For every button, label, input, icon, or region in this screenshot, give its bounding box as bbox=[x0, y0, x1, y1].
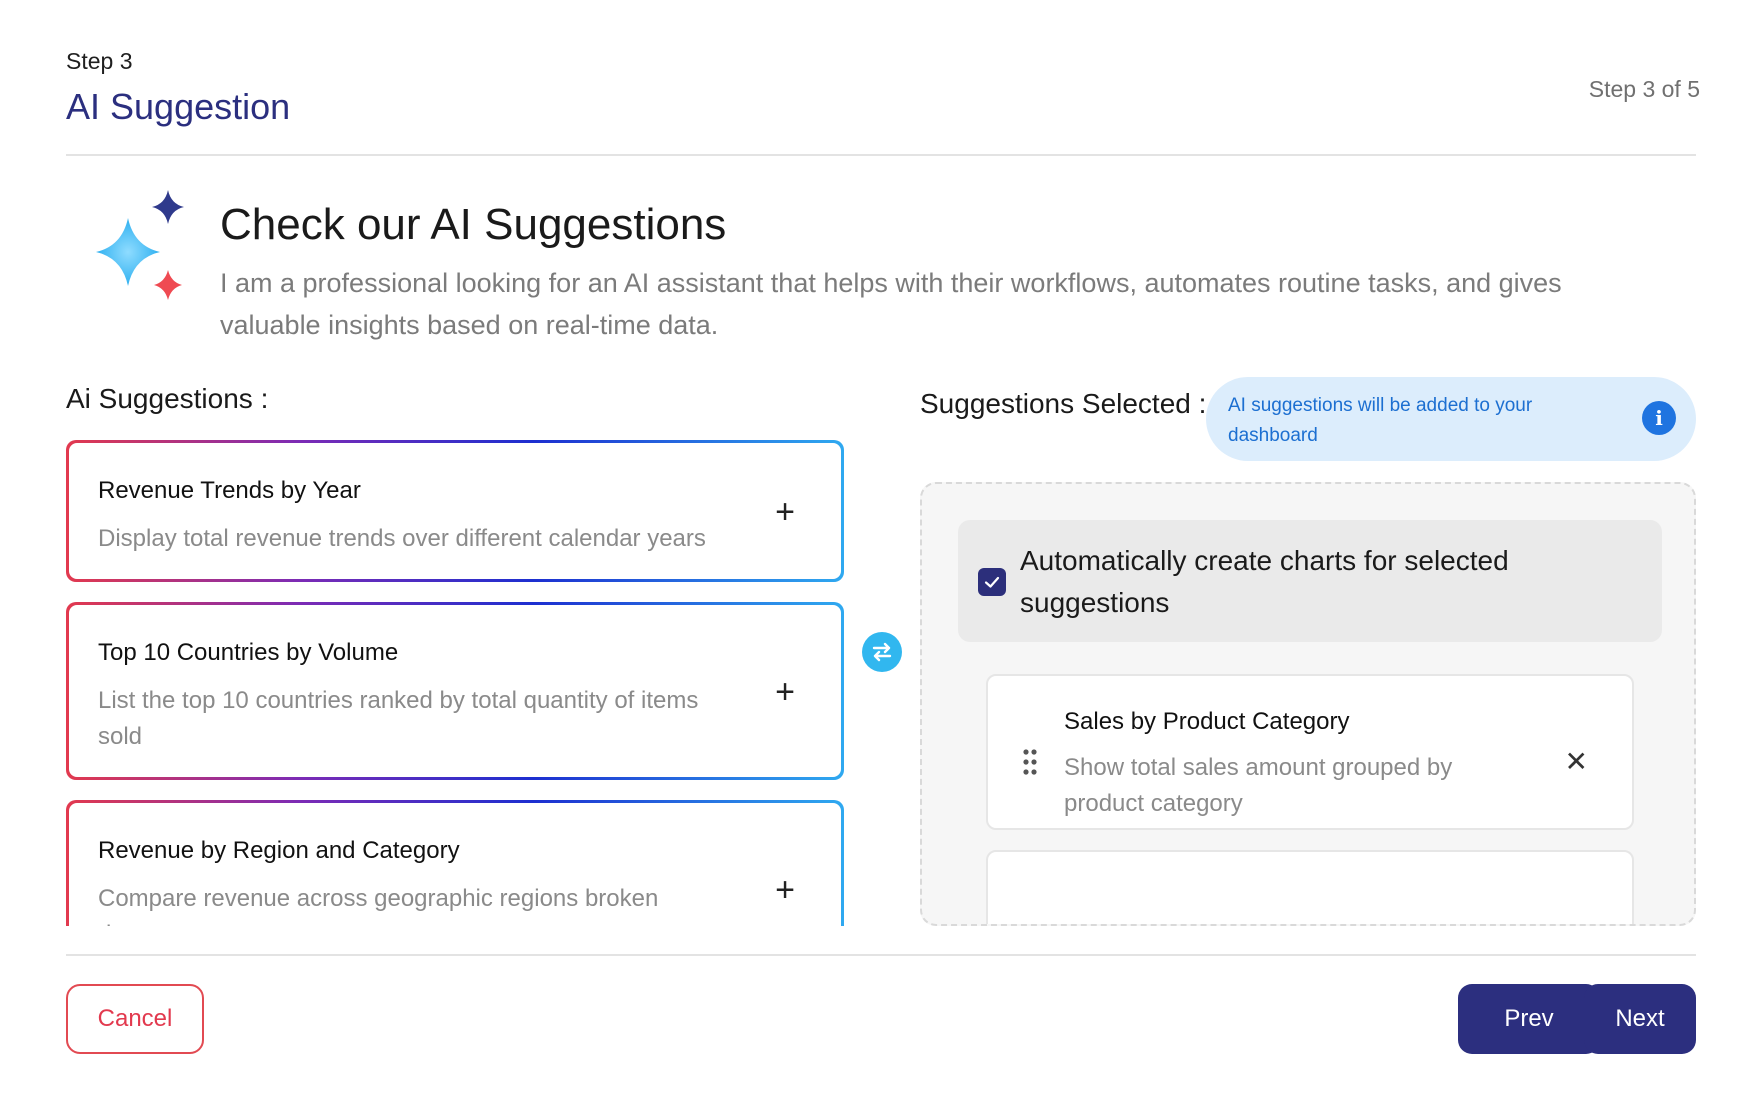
suggestion-title: Revenue by Region and Category bbox=[98, 837, 460, 864]
suggestion-title: Top 10 Countries by Volume bbox=[98, 639, 399, 666]
check-icon bbox=[984, 576, 1000, 588]
suggestion-card[interactable]: Top 10 Countries by Volume List the top … bbox=[66, 602, 844, 780]
selected-suggestion-title: Sales by Product Category bbox=[1064, 708, 1350, 735]
hero-description: I am a professional looking for an AI as… bbox=[220, 268, 1562, 340]
suggestion-card-body: Revenue by Region and Category Compare r… bbox=[69, 803, 841, 926]
selected-suggestion-card[interactable] bbox=[986, 850, 1634, 924]
suggestion-card[interactable]: Revenue by Region and Category Compare r… bbox=[66, 800, 844, 926]
plus-icon[interactable]: + bbox=[775, 495, 795, 529]
suggestion-card-body: Top 10 Countries by Volume List the top … bbox=[69, 605, 841, 777]
ai-suggestions-heading: Ai Suggestions : bbox=[66, 383, 269, 414]
info-banner: AI suggestions will be added to your das… bbox=[1206, 377, 1696, 461]
selected-suggestion-card[interactable]: Sales by Product Category Show total sal… bbox=[986, 674, 1634, 830]
footer-divider bbox=[66, 954, 1696, 956]
suggestion-list[interactable]: Revenue Trends by Year Display total rev… bbox=[66, 440, 844, 926]
auto-create-checkbox[interactable] bbox=[978, 568, 1006, 596]
cancel-button[interactable]: Cancel bbox=[66, 984, 204, 1054]
hero-title: Check our AI Suggestions bbox=[220, 200, 727, 249]
suggestion-title: Revenue Trends by Year bbox=[98, 477, 361, 504]
prev-button[interactable]: Prev bbox=[1458, 984, 1600, 1054]
plus-icon[interactable]: + bbox=[775, 675, 795, 709]
info-banner-text: AI suggestions will be added to your das… bbox=[1228, 395, 1533, 446]
swap-arrows-icon bbox=[872, 642, 892, 662]
auto-create-label: Automatically create charts for selected… bbox=[1020, 545, 1509, 618]
drag-handle-icon[interactable] bbox=[1022, 748, 1038, 776]
selected-suggestions-dropzone[interactable]: Automatically create charts for selected… bbox=[920, 482, 1696, 926]
suggestion-card-body: Revenue Trends by Year Display total rev… bbox=[69, 443, 841, 579]
header-divider bbox=[66, 154, 1696, 156]
step-counter: Step 3 of 5 bbox=[1588, 76, 1700, 102]
sparkle-icon bbox=[96, 190, 184, 300]
plus-icon[interactable]: + bbox=[775, 873, 795, 907]
close-icon[interactable]: ✕ bbox=[1565, 748, 1588, 776]
auto-create-option[interactable]: Automatically create charts for selected… bbox=[958, 520, 1662, 642]
selected-suggestion-description: Show total sales amount grouped by produ… bbox=[1064, 754, 1453, 817]
suggestion-card[interactable]: Revenue Trends by Year Display total rev… bbox=[66, 440, 844, 582]
next-button[interactable]: Next bbox=[1584, 984, 1696, 1054]
swap-icon[interactable] bbox=[862, 632, 902, 672]
suggestion-description: Compare revenue across geographic region… bbox=[98, 885, 659, 926]
suggestions-selected-heading: Suggestions Selected : bbox=[920, 388, 1207, 419]
suggestion-description: List the top 10 countries ranked by tota… bbox=[98, 687, 699, 750]
suggestion-description: Display total revenue trends over differ… bbox=[98, 525, 706, 552]
ai-suggestion-step: Step 3 AI Suggestion Step 3 of 5 Check o… bbox=[0, 0, 1764, 1096]
page-title: AI Suggestion bbox=[66, 86, 291, 127]
info-icon[interactable]: i bbox=[1642, 401, 1676, 435]
step-label: Step 3 bbox=[66, 48, 133, 74]
